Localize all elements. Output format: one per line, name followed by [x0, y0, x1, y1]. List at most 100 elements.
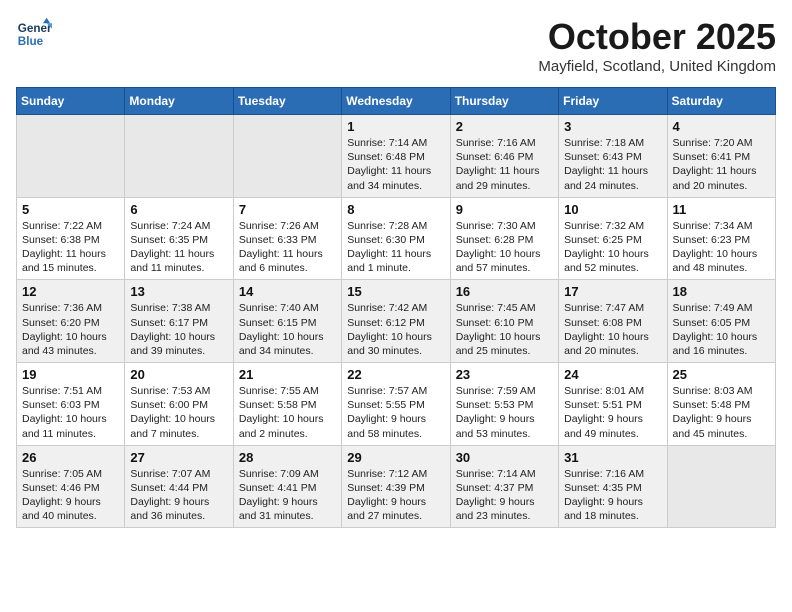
calendar-cell: 18 Sunrise: 7:49 AMSunset: 6:05 PMDayligh…: [667, 280, 775, 363]
calendar-header-monday: Monday: [125, 88, 233, 115]
day-info: Sunrise: 7:40 AMSunset: 6:15 PMDaylight:…: [239, 301, 336, 358]
calendar-cell: 24Sunrise: 8:01 AMSunset: 5:51 PMDayligh…: [559, 363, 667, 446]
day-info: Sunrise: 7:32 AMSunset: 6:25 PMDaylight:…: [564, 219, 661, 276]
day-info: Sunrise: 7:59 AMSunset: 5:53 PMDaylight:…: [456, 384, 553, 441]
day-number: 6: [130, 202, 227, 217]
day-info: Sunrise: 7:55 AMSunset: 5:58 PMDaylight:…: [239, 384, 336, 441]
calendar-cell: 5 Sunrise: 7:22 AMSunset: 6:38 PMDaylight…: [17, 197, 125, 280]
calendar-cell: 23 Sunrise: 7:59 AMSunset: 5:53 PMDayligh…: [450, 363, 558, 446]
month-title: October 2025: [538, 16, 776, 58]
day-info: Sunrise: 7:26 AMSunset: 6:33 PMDaylight:…: [239, 219, 336, 276]
calendar-cell: 30 Sunrise: 7:14 AMSunset: 4:37 PMDayligh…: [450, 445, 558, 528]
day-info: Sunrise: 7:51 AMSunset: 6:03 PMDaylight:…: [22, 384, 119, 441]
day-info: Sunrise: 7:24 AMSunset: 6:35 PMDaylight:…: [130, 219, 227, 276]
calendar-header-row: SundayMondayTuesdayWednesdayThursdayFrid…: [17, 88, 776, 115]
calendar-cell: 31 Sunrise: 7:16 AMSunset: 4:35 PMDayligh…: [559, 445, 667, 528]
day-info: Sunrise: 7:20 AMSunset: 6:41 PMDaylight:…: [673, 136, 770, 193]
calendar-cell: 15Sunrise: 7:42 AMSunset: 6:12 PMDayligh…: [342, 280, 450, 363]
day-number: 17: [564, 284, 661, 299]
day-info: Sunrise: 7:34 AMSunset: 6:23 PMDaylight:…: [673, 219, 770, 276]
day-number: 22: [347, 367, 444, 382]
day-number: 1: [347, 119, 444, 134]
day-number: 8: [347, 202, 444, 217]
calendar-cell: 1 Sunrise: 7:14 AMSunset: 6:48 PMDaylight…: [342, 115, 450, 198]
day-number: 11: [673, 202, 770, 217]
day-number: 30: [456, 450, 553, 465]
calendar-cell: 27 Sunrise: 7:07 AMSunset: 4:44 PMDayligh…: [125, 445, 233, 528]
calendar-header-wednesday: Wednesday: [342, 88, 450, 115]
day-number: 4: [673, 119, 770, 134]
day-number: 9: [456, 202, 553, 217]
logo: General Blue: [16, 16, 52, 52]
day-number: 14: [239, 284, 336, 299]
calendar-week-row: 5 Sunrise: 7:22 AMSunset: 6:38 PMDaylight…: [17, 197, 776, 280]
calendar-cell: 9 Sunrise: 7:30 AMSunset: 6:28 PMDaylight…: [450, 197, 558, 280]
day-info: Sunrise: 7:49 AMSunset: 6:05 PMDaylight:…: [673, 301, 770, 358]
day-number: 5: [22, 202, 119, 217]
day-number: 23: [456, 367, 553, 382]
calendar-header-tuesday: Tuesday: [233, 88, 341, 115]
day-number: 21: [239, 367, 336, 382]
day-info: Sunrise: 7:47 AMSunset: 6:08 PMDaylight:…: [564, 301, 661, 358]
day-number: 3: [564, 119, 661, 134]
day-info: Sunrise: 8:03 AMSunset: 5:48 PMDaylight:…: [673, 384, 770, 441]
day-info: Sunrise: 7:07 AMSunset: 4:44 PMDaylight:…: [130, 467, 227, 524]
day-number: 31: [564, 450, 661, 465]
day-number: 16: [456, 284, 553, 299]
day-number: 27: [130, 450, 227, 465]
day-info: Sunrise: 7:16 AMSunset: 6:46 PMDaylight:…: [456, 136, 553, 193]
calendar-cell: [17, 115, 125, 198]
calendar-cell: 19 Sunrise: 7:51 AMSunset: 6:03 PMDayligh…: [17, 363, 125, 446]
day-number: 29: [347, 450, 444, 465]
day-number: 25: [673, 367, 770, 382]
page-header: General Blue October 2025 Mayfield, Scot…: [16, 16, 776, 75]
calendar-cell: 14 Sunrise: 7:40 AMSunset: 6:15 PMDayligh…: [233, 280, 341, 363]
svg-text:Blue: Blue: [18, 35, 44, 48]
day-info: Sunrise: 7:36 AMSunset: 6:20 PMDaylight:…: [22, 301, 119, 358]
day-number: 18: [673, 284, 770, 299]
day-info: Sunrise: 7:16 AMSunset: 4:35 PMDaylight:…: [564, 467, 661, 524]
day-info: Sunrise: 7:12 AMSunset: 4:39 PMDaylight:…: [347, 467, 444, 524]
calendar-cell: 6 Sunrise: 7:24 AMSunset: 6:35 PMDaylight…: [125, 197, 233, 280]
calendar-table: SundayMondayTuesdayWednesdayThursdayFrid…: [16, 87, 776, 528]
day-number: 7: [239, 202, 336, 217]
day-number: 10: [564, 202, 661, 217]
day-info: Sunrise: 7:05 AMSunset: 4:46 PMDaylight:…: [22, 467, 119, 524]
calendar-cell: 26 Sunrise: 7:05 AMSunset: 4:46 PMDayligh…: [17, 445, 125, 528]
calendar-header-saturday: Saturday: [667, 88, 775, 115]
day-info: Sunrise: 7:14 AMSunset: 6:48 PMDaylight:…: [347, 136, 444, 193]
day-info: Sunrise: 7:14 AMSunset: 4:37 PMDaylight:…: [456, 467, 553, 524]
day-number: 24: [564, 367, 661, 382]
day-number: 20: [130, 367, 227, 382]
calendar-cell: 3Sunrise: 7:18 AMSunset: 6:43 PMDaylight…: [559, 115, 667, 198]
subtitle: Mayfield, Scotland, United Kingdom: [538, 58, 776, 75]
calendar-cell: 11 Sunrise: 7:34 AMSunset: 6:23 PMDayligh…: [667, 197, 775, 280]
svg-text:General: General: [18, 22, 52, 35]
calendar-cell: 13Sunrise: 7:38 AMSunset: 6:17 PMDayligh…: [125, 280, 233, 363]
calendar-week-row: 19 Sunrise: 7:51 AMSunset: 6:03 PMDayligh…: [17, 363, 776, 446]
day-info: Sunrise: 7:38 AMSunset: 6:17 PMDaylight:…: [130, 301, 227, 358]
calendar-cell: 21 Sunrise: 7:55 AMSunset: 5:58 PMDayligh…: [233, 363, 341, 446]
calendar-cell: 10 Sunrise: 7:32 AMSunset: 6:25 PMDayligh…: [559, 197, 667, 280]
calendar-cell: 17 Sunrise: 7:47 AMSunset: 6:08 PMDayligh…: [559, 280, 667, 363]
calendar-week-row: 12Sunrise: 7:36 AMSunset: 6:20 PMDayligh…: [17, 280, 776, 363]
day-info: Sunrise: 7:28 AMSunset: 6:30 PMDaylight:…: [347, 219, 444, 276]
calendar-cell: [667, 445, 775, 528]
day-info: Sunrise: 7:22 AMSunset: 6:38 PMDaylight:…: [22, 219, 119, 276]
title-block: October 2025 Mayfield, Scotland, United …: [538, 16, 776, 75]
day-number: 19: [22, 367, 119, 382]
calendar-cell: 7 Sunrise: 7:26 AMSunset: 6:33 PMDaylight…: [233, 197, 341, 280]
day-number: 2: [456, 119, 553, 134]
calendar-cell: 8 Sunrise: 7:28 AMSunset: 6:30 PMDaylight…: [342, 197, 450, 280]
calendar-cell: 29 Sunrise: 7:12 AMSunset: 4:39 PMDayligh…: [342, 445, 450, 528]
calendar-cell: 4 Sunrise: 7:20 AMSunset: 6:41 PMDaylight…: [667, 115, 775, 198]
day-number: 15: [347, 284, 444, 299]
calendar-header-friday: Friday: [559, 88, 667, 115]
day-info: Sunrise: 7:30 AMSunset: 6:28 PMDaylight:…: [456, 219, 553, 276]
calendar-cell: 12Sunrise: 7:36 AMSunset: 6:20 PMDayligh…: [17, 280, 125, 363]
calendar-header-thursday: Thursday: [450, 88, 558, 115]
calendar-cell: 28Sunrise: 7:09 AMSunset: 4:41 PMDayligh…: [233, 445, 341, 528]
day-number: 28: [239, 450, 336, 465]
calendar-week-row: 26 Sunrise: 7:05 AMSunset: 4:46 PMDayligh…: [17, 445, 776, 528]
day-number: 26: [22, 450, 119, 465]
